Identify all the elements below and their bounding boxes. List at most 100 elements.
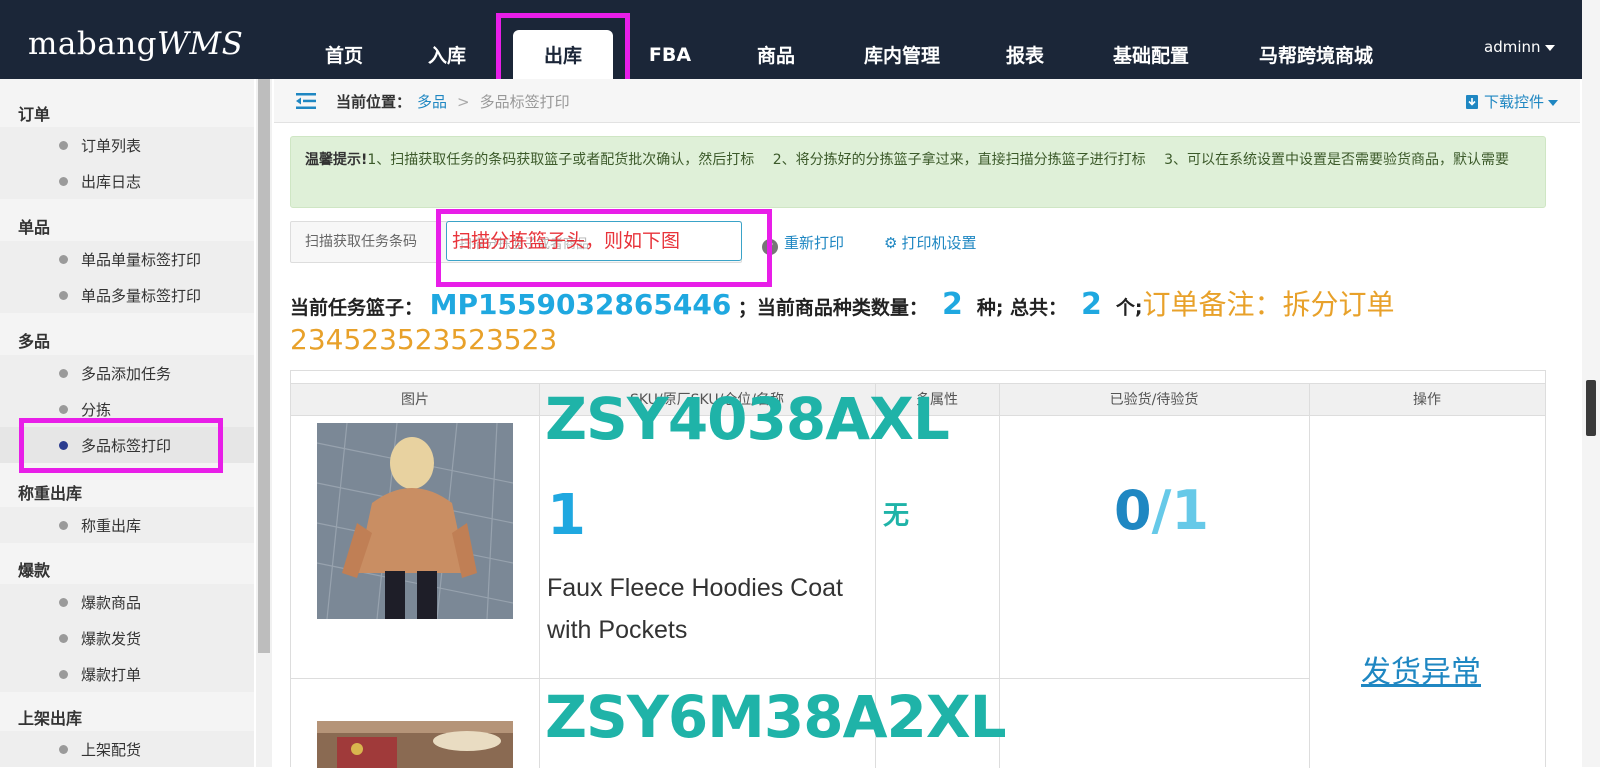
column-header-inspection: 已验货/待验货 (1109, 392, 1199, 408)
sidebar-item-hot-print[interactable]: 爆款打单 (0, 656, 254, 692)
product-photo (317, 721, 513, 768)
logo-main-text: mabang (28, 26, 158, 62)
column-header-image: 图片 (401, 392, 429, 408)
product-table: 图片 SKU/原厂SKU/仓位/名称 多属性 已验货/待验货 操作 ZSY403… (290, 370, 1546, 768)
product-sku: ZSY6M38A2XL (545, 683, 1007, 751)
menu-toggle-icon[interactable] (296, 93, 316, 109)
app-logo[interactable]: mabangWMS (28, 26, 243, 62)
nav-tab-fba[interactable]: FBA (640, 30, 700, 79)
nav-tab-mall[interactable]: 马帮跨境商城 (1254, 30, 1378, 79)
bullet-icon (59, 404, 68, 414)
bullet-icon (59, 633, 68, 643)
task-summary: 当前任务篮子： MP1559032865446 ；当前商品种类数量： 2 种; 总共… (290, 283, 1395, 323)
sidebar-item-label: 爆款打单 (81, 665, 142, 684)
bullet-icon (59, 290, 68, 300)
basket-label: 当前任务篮子： (290, 297, 424, 319)
sidebar-item-hot-shipping[interactable]: 爆款发货 (0, 620, 254, 656)
page-scrollbar[interactable] (1582, 0, 1600, 767)
column-divider (539, 383, 540, 768)
shipping-exception-link[interactable]: 发货异常 (1361, 647, 1481, 691)
printer-settings-button[interactable]: ⚙ 打印机设置 (884, 232, 976, 253)
nav-tab-warehouse[interactable]: 库内管理 (857, 30, 947, 79)
breadcrumb-current: 多品标签打印 (479, 93, 570, 111)
breadcrumb-separator: > (457, 93, 470, 111)
nav-tab-inbound[interactable]: 入库 (419, 30, 475, 79)
annotation-highlight-sidebar (19, 418, 223, 473)
sidebar-item-label: 爆款发货 (81, 629, 142, 648)
tip-alert: 温馨提示!1、扫描获取任务的条码获取篮子或者配货批次确认，然后打标 2、将分拣好… (290, 136, 1546, 208)
sidebar-group-single: 单品 (18, 218, 51, 237)
download-icon (1466, 95, 1478, 109)
sidebar-item-single-multi-label-print[interactable]: 单品多量标签打印 (0, 277, 254, 313)
sidebar-item-label: 单品单量标签打印 (81, 250, 202, 269)
sidebar-item-label: 爆款商品 (81, 593, 142, 612)
product-image (317, 721, 513, 768)
reprint-button[interactable]: ? 重新打印 (762, 232, 844, 255)
chevron-down-icon (1548, 99, 1559, 106)
reprint-label: 重新打印 (784, 234, 845, 252)
sidebar-item-shelf-picking[interactable]: 上架配货 (0, 731, 254, 767)
sidebar-item-multi-add-task[interactable]: 多品添加任务 (0, 355, 254, 391)
bullet-icon (59, 744, 68, 754)
sidebar-scrollbar[interactable] (256, 79, 272, 767)
main-content: 当前位置： 多品 > 多品标签打印 下载控件 温馨提示!1、扫描获取任务的条码获取篮子… (274, 79, 1580, 768)
row-divider (291, 678, 1309, 679)
sidebar-item-hot-products[interactable]: 爆款商品 (0, 584, 254, 620)
top-navigation-bar: mabangWMS 首页 入库 出库 FBA 商品 库内管理 报表 基础配置 马… (0, 0, 1600, 79)
total-unit: 个; (1115, 297, 1143, 319)
sidebar-group-weighing: 称重出库 (18, 484, 83, 503)
product-quantity: 1 (547, 483, 586, 548)
pending-count: 1 (1171, 479, 1209, 542)
sidebar-item-label: 分拣 (81, 400, 112, 419)
nav-tab-products[interactable]: 商品 (748, 30, 804, 79)
bullet-icon (59, 669, 68, 679)
sidebar-group-orders: 订单 (18, 105, 51, 124)
bullet-icon (59, 597, 68, 607)
product-name: Faux Fleece Hoodies Coat with Pockets (547, 574, 843, 644)
download-plugin-button[interactable]: 下载控件 (1466, 91, 1559, 112)
gear-icon: ⚙ (884, 234, 898, 252)
total-count: 2 (1081, 287, 1102, 322)
sidebar-item-single-label-print[interactable]: 单品单量标签打印 (0, 241, 254, 277)
column-header-operation: 操作 (1413, 392, 1441, 408)
user-name: adminn (1484, 38, 1541, 56)
product-attributes: 无 (883, 501, 910, 531)
sidebar-item-order-list[interactable]: 订单列表 (0, 127, 254, 163)
sidebar-item-label: 多品添加任务 (81, 364, 172, 383)
sidebar-item-weighing-outbound[interactable]: 称重出库 (0, 507, 254, 543)
tip-lead: 温馨提示! (305, 152, 368, 168)
breadcrumb-parent-link[interactable]: 多品 (417, 93, 447, 111)
breadcrumb-text: 当前位置： 多品 > 多品标签打印 (336, 91, 570, 112)
scrollbar-thumb[interactable] (258, 79, 270, 653)
bullet-icon (59, 368, 68, 378)
printer-settings-label: 打印机设置 (901, 234, 977, 252)
breadcrumb-label: 当前位置： (336, 93, 412, 111)
bullet-icon (59, 176, 68, 186)
sidebar-item-label: 上架配货 (81, 740, 142, 759)
order-remark: 订单备注：拆分订单 (1142, 288, 1395, 321)
nav-tab-base-config[interactable]: 基础配置 (1106, 30, 1196, 79)
breadcrumb: 当前位置： 多品 > 多品标签打印 下载控件 (274, 79, 1580, 123)
product-photo (317, 423, 513, 619)
sidebar-item-label: 称重出库 (81, 516, 142, 535)
bullet-icon (59, 520, 68, 530)
tip-text: 1、扫描获取任务的条码获取篮子或者配货批次确认，然后打标 2、将分拣好的分拣篮子… (367, 152, 1510, 168)
sidebar-group-hot: 爆款 (18, 561, 51, 580)
kinds-count: 2 (941, 287, 963, 322)
sidebar-item-label: 出库日志 (81, 172, 142, 191)
scan-task-label: 扫描获取任务条码 (305, 234, 417, 250)
chevron-down-icon (1544, 44, 1555, 51)
count-separator: / (1151, 479, 1172, 542)
sidebar-group-multi: 多品 (18, 332, 51, 351)
bullet-icon (59, 254, 68, 264)
nav-tab-home[interactable]: 首页 (316, 30, 372, 79)
sidebar-item-outbound-log[interactable]: 出库日志 (0, 163, 254, 199)
nav-tab-reports[interactable]: 报表 (997, 30, 1053, 79)
scrollbar-thumb[interactable] (1586, 380, 1596, 436)
kinds-unit: 种; 总共： (976, 297, 1068, 319)
bullet-icon (59, 140, 68, 150)
basket-code: MP1559032865446 (429, 288, 732, 321)
user-menu[interactable]: adminn (1484, 38, 1555, 56)
order-remark-number: 234523523523523 (290, 323, 558, 356)
annotation-highlight-scan (436, 209, 772, 287)
